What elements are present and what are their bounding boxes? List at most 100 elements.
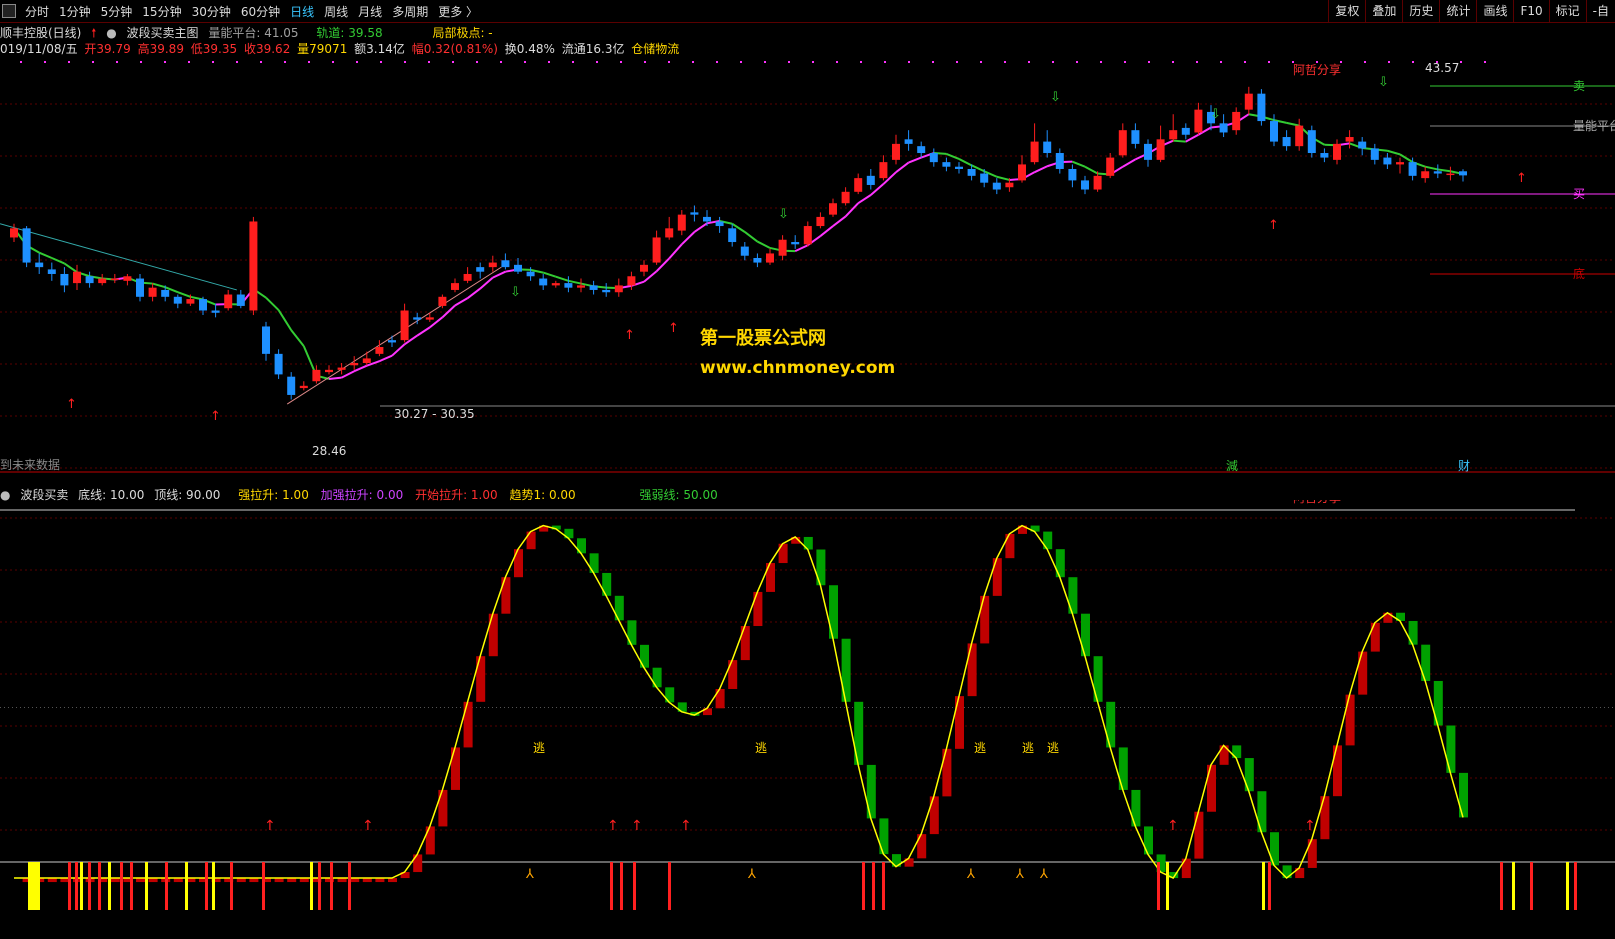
toolbar-button-0[interactable]: 复权: [1328, 0, 1365, 22]
toolbar-button-2[interactable]: 历史: [1402, 0, 1439, 22]
toolbar-right-buttons: 复权 叠加 历史 统计 画线 F10 标记 -自: [1328, 0, 1615, 22]
candle-body: [1144, 143, 1152, 160]
ma-segment: [908, 156, 922, 164]
top-dot: [548, 61, 550, 63]
ma-segment: [353, 364, 368, 373]
candle-body: [1282, 137, 1291, 147]
change-text: 幅0.32(0.81%): [411, 42, 498, 56]
top-dot: [308, 61, 310, 63]
signal-stripe: [620, 862, 623, 910]
candle-body: [22, 228, 31, 263]
candle-body: [1118, 130, 1127, 156]
top-dot: [1388, 61, 1390, 63]
toolbar-button-1[interactable]: 叠加: [1365, 0, 1402, 22]
signal-stripe: [185, 862, 188, 910]
collapse-icon[interactable]: ●: [106, 26, 116, 40]
up-arrow-icon: ↑: [66, 397, 77, 412]
tab-5[interactable]: 60分钟: [236, 3, 285, 20]
escape-label: 逃: [1047, 741, 1059, 755]
top-dot: [1076, 61, 1078, 63]
top-dot: [1028, 61, 1030, 63]
candle-body: [211, 310, 220, 313]
top-dot: [356, 61, 358, 63]
stock-name[interactable]: 顺丰控股(日线): [0, 26, 81, 40]
candle-body: [287, 376, 296, 395]
tab-7[interactable]: 周线: [319, 3, 353, 20]
ma-segment: [466, 287, 481, 299]
tab-10[interactable]: 更多 〉: [433, 3, 483, 20]
ma-segment: [38, 251, 53, 259]
main-price-chart[interactable]: 43.57 28.46 30.27 - 30.35 阿哲分享卖量能平台买底減 财 ↑ ↑ ↑ ↑…: [0, 56, 1615, 484]
candle-body: [1333, 143, 1341, 160]
tab-4[interactable]: 30分钟: [187, 3, 236, 20]
candle-body: [866, 175, 875, 185]
tab-1[interactable]: 1分钟: [54, 3, 96, 20]
ma-segment: [681, 231, 696, 246]
candle-body: [1383, 157, 1392, 165]
down-arrow-icon: ⇩: [1378, 75, 1389, 90]
candle-body: [85, 276, 94, 284]
trend-line: [286, 266, 502, 405]
candle-body: [1244, 93, 1253, 110]
candle-body: [1396, 162, 1404, 165]
up-arrow-icon: ↑: [1268, 218, 1279, 233]
candle-body: [186, 299, 195, 304]
signal-stripe: [668, 862, 671, 910]
signal-stripe: [318, 862, 321, 910]
sector-text[interactable]: 仓储物流: [631, 42, 679, 56]
up-arrow-icon: ↑: [668, 321, 679, 336]
up-arrow-icon: ↑: [1167, 818, 1179, 834]
toolbar-button-4[interactable]: 画线: [1476, 0, 1513, 22]
ohlc-info-line: 019/11/08/五 开39.79 高39.89 低39.35 收39.62 …: [0, 40, 685, 56]
candle-body: [1370, 148, 1379, 160]
top-dot: [500, 61, 502, 63]
candle-body: [10, 228, 18, 238]
ma-segment: [391, 343, 406, 357]
menu-icon[interactable]: [2, 4, 16, 18]
indicator-name[interactable]: 波段买卖主图: [127, 26, 199, 40]
top-dot: [332, 61, 334, 63]
ma-segment: [454, 297, 469, 307]
top-dot: [1484, 61, 1486, 63]
top-dot: [140, 61, 142, 63]
candle-body: [829, 203, 837, 215]
ma-segment: [744, 231, 759, 243]
ma-segment: [416, 326, 431, 337]
top-dot: [476, 61, 478, 63]
ma-segment: [857, 194, 872, 205]
toolbar-button-5[interactable]: F10: [1513, 0, 1548, 22]
ma-segment: [177, 291, 191, 298]
runner-icon: ⅄: [525, 867, 534, 882]
top-dot: [764, 61, 766, 63]
toolbar-button-3[interactable]: 统计: [1439, 0, 1476, 22]
ma-segment: [51, 257, 65, 265]
candle-body: [98, 278, 107, 284]
candle-body: [728, 228, 737, 243]
tab-0[interactable]: 分时: [20, 3, 54, 20]
top-dot: [1220, 61, 1222, 63]
local-extreme-value: 局部极点: -: [432, 26, 493, 40]
osc-curve: [14, 524, 1464, 880]
escape-label: 逃: [1022, 741, 1034, 755]
candle-body: [766, 253, 774, 263]
tab-6[interactable]: 日线: [285, 3, 319, 20]
watermark-url: www.chnmoney.com: [700, 358, 896, 378]
tab-3[interactable]: 15分钟: [137, 3, 186, 20]
tab-9[interactable]: 多周期: [387, 3, 433, 20]
oscillator-chart[interactable]: 阿哲分享↑↑↑↑↑↑↑逃逃逃逃逃⅄⅄⅄⅄⅄: [0, 500, 1615, 939]
candle-body: [1345, 137, 1354, 142]
up-arrow-icon: ↑: [631, 818, 643, 834]
candle-body: [904, 139, 913, 144]
top-dot: [116, 61, 118, 63]
ma-segment: [996, 175, 1010, 181]
top-dot: [188, 61, 190, 63]
tab-2[interactable]: 5分钟: [96, 3, 138, 20]
low-text: 低39.35: [190, 42, 238, 56]
candle-body: [1295, 125, 1304, 147]
top-dot: [380, 61, 382, 63]
toolbar-button-6[interactable]: 标记: [1548, 0, 1586, 22]
candle-body: [942, 162, 951, 167]
tab-8[interactable]: 月线: [353, 3, 387, 20]
up-arrow-icon: ↑: [362, 818, 374, 834]
toolbar-button-7[interactable]: -自: [1585, 0, 1615, 22]
